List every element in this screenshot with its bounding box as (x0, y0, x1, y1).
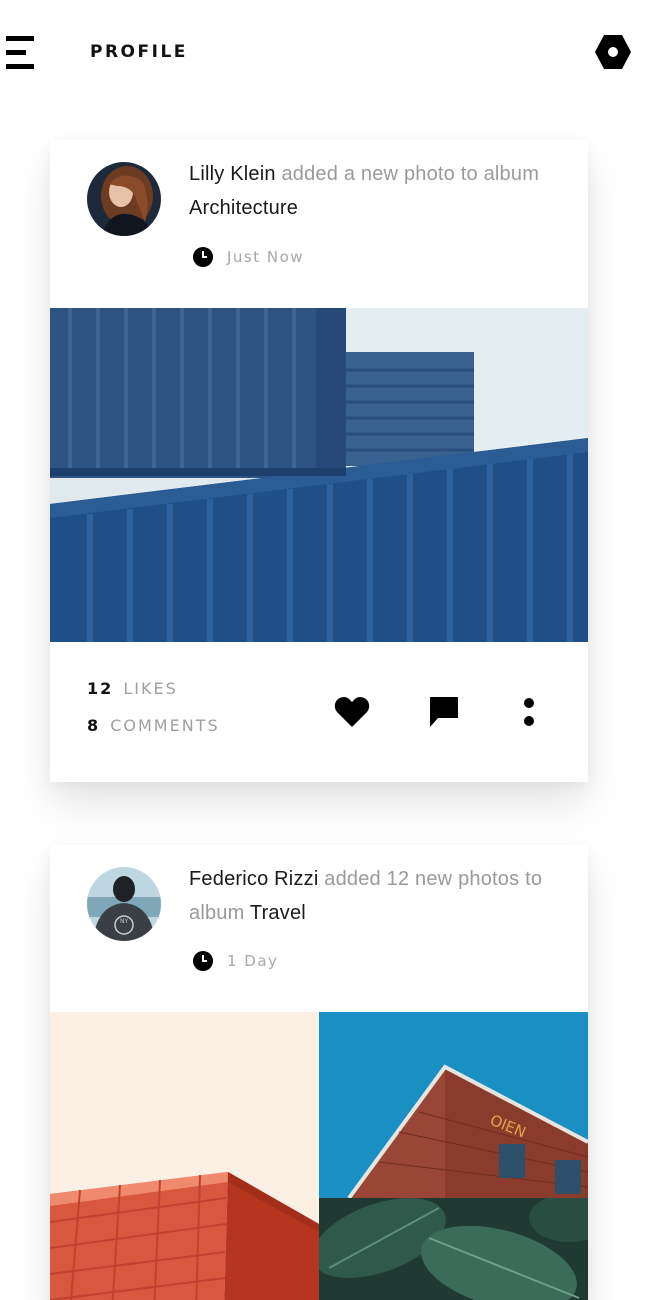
timestamp: 1 Day (193, 951, 278, 971)
green-leaves-photo[interactable] (319, 1198, 588, 1300)
album-name[interactable]: Travel (250, 902, 306, 924)
more-vertical-icon[interactable] (518, 696, 540, 730)
blue-shipping-containers-photo[interactable] (50, 308, 588, 642)
hamburger-menu-icon[interactable] (6, 36, 36, 70)
author-name[interactable]: Lilly Klein (189, 163, 276, 185)
comments-count[interactable]: 8 COMMENTS (87, 714, 220, 751)
feed-card: NY Federico Rizzi added 12 new photos to… (50, 845, 588, 1300)
svg-text:NY: NY (120, 918, 128, 925)
avatar[interactable] (87, 162, 161, 236)
feed-card: Lilly Klein added a new photo to album A… (50, 140, 588, 782)
likes-count[interactable]: 12 LIKES (87, 677, 220, 714)
photo-grid: OIEN (50, 1012, 588, 1300)
author-name[interactable]: Federico Rizzi (189, 868, 319, 890)
activity-text: Lilly Klein added a new photo to album A… (189, 157, 559, 225)
brick-building-photo[interactable]: OIEN (319, 1012, 588, 1198)
time-text: Just Now (227, 248, 305, 266)
clock-icon (193, 951, 213, 971)
action-text: added a new photo to album (281, 163, 540, 185)
clock-icon (193, 247, 213, 267)
activity-text: Federico Rizzi added 12 new photos to al… (189, 862, 559, 930)
red-roof-photo[interactable] (50, 1012, 319, 1300)
top-bar: PROFILE (0, 0, 650, 100)
comment-bubble-icon[interactable] (429, 696, 459, 728)
time-text: 1 Day (227, 952, 279, 970)
hexagon-settings-icon[interactable] (594, 34, 632, 70)
app-screen: PROFILE Lilly Klein added a new photo to… (0, 0, 650, 1300)
timestamp: Just Now (193, 247, 304, 267)
avatar[interactable]: NY (87, 867, 161, 941)
page-title: PROFILE (90, 42, 188, 62)
album-name[interactable]: Architecture (189, 197, 298, 219)
post-stats: 12 LIKES 8 COMMENTS (87, 677, 220, 751)
heart-icon[interactable] (334, 696, 370, 728)
